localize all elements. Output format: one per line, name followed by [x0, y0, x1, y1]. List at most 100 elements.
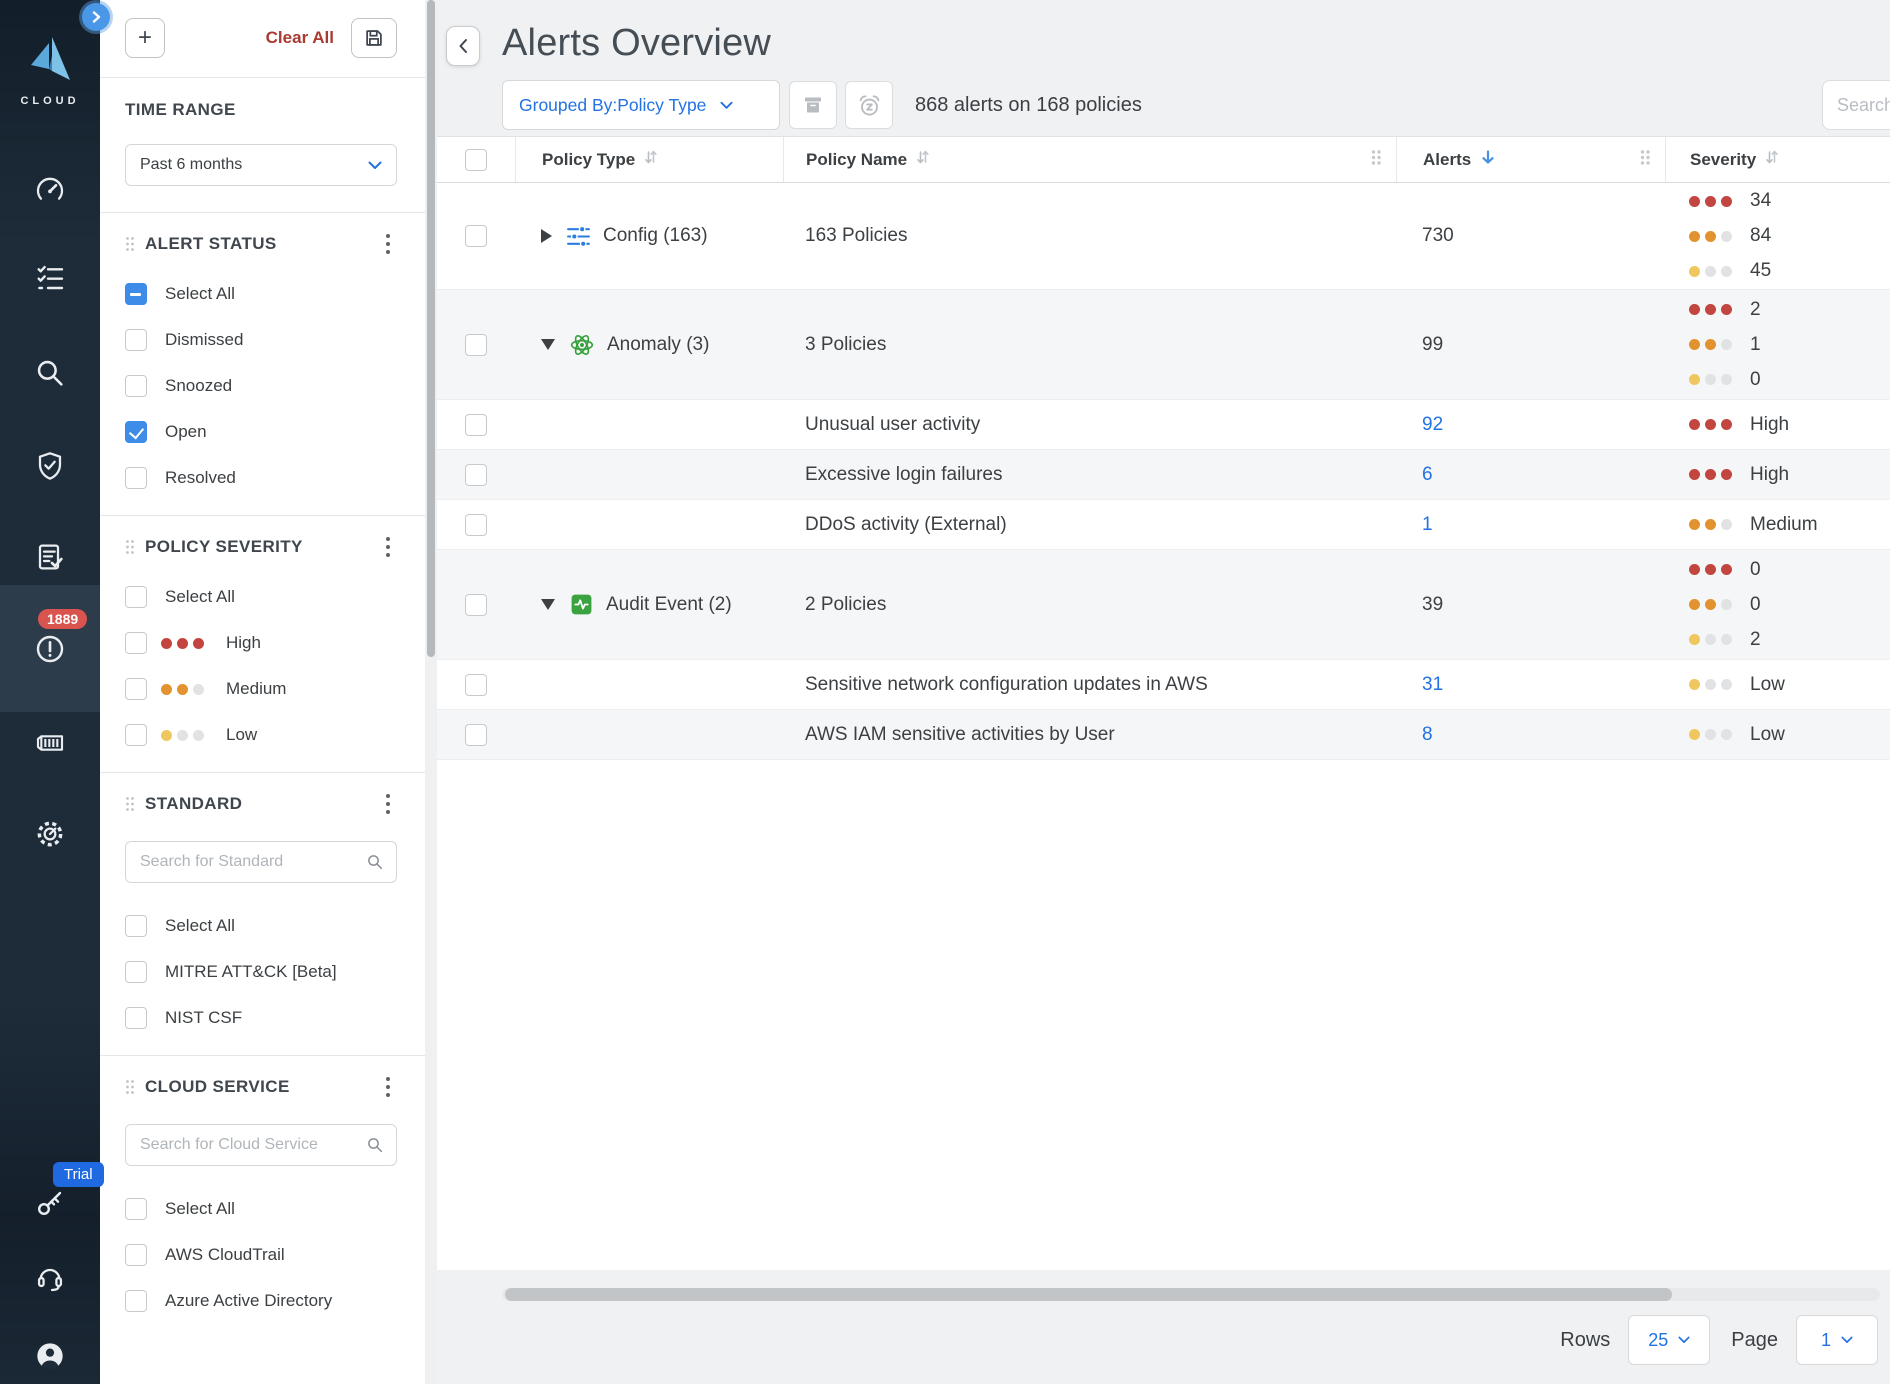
- horizontal-scrollbar-thumb[interactable]: [505, 1288, 1672, 1301]
- filter-item-dismissed[interactable]: Dismissed: [125, 327, 397, 353]
- select-all-checkbox[interactable]: [465, 149, 487, 171]
- sidebar-item-alerts[interactable]: [32, 631, 68, 667]
- checkbox-checked[interactable]: [125, 421, 147, 443]
- checkbox[interactable]: [125, 1290, 147, 1312]
- page-select[interactable]: 1: [1796, 1315, 1878, 1365]
- checkbox[interactable]: [125, 632, 147, 654]
- drag-handle-icon[interactable]: [125, 1079, 135, 1095]
- scrollbar-thumb[interactable]: [427, 0, 435, 657]
- kebab-menu-icon[interactable]: [385, 536, 391, 558]
- collapse-row-icon[interactable]: [541, 599, 555, 610]
- sidebar-item-settings[interactable]: [32, 816, 68, 852]
- alerts-count-link[interactable]: 31: [1422, 674, 1443, 696]
- column-header-policy-type[interactable]: Policy Type: [515, 137, 783, 182]
- column-header-policy-name[interactable]: Policy Name: [783, 137, 1396, 182]
- column-header-alerts[interactable]: Alerts: [1396, 137, 1665, 182]
- filter-item-open[interactable]: Open: [125, 419, 397, 445]
- sidebar-expand-bubble[interactable]: [82, 3, 110, 31]
- drag-handle-icon[interactable]: [125, 539, 135, 555]
- row-checkbox[interactable]: [465, 514, 487, 536]
- sort-both-icon[interactable]: [916, 149, 930, 170]
- checkbox[interactable]: [125, 1198, 147, 1220]
- filter-item-select-all[interactable]: Select All: [125, 1196, 397, 1222]
- checkbox[interactable]: [125, 586, 147, 608]
- filter-item-nist-csf[interactable]: NIST CSF: [125, 1005, 397, 1031]
- rows-per-page-select[interactable]: 25: [1628, 1315, 1710, 1365]
- table-row-group-config[interactable]: Config (163) 163 Policies 730 34 84 45: [437, 183, 1890, 290]
- table-row-policy[interactable]: DDoS activity (External) 1 Medium: [437, 500, 1890, 550]
- sidebar-item-reports[interactable]: [32, 539, 68, 575]
- drag-handle-icon[interactable]: [125, 796, 135, 812]
- alerts-count-link[interactable]: 8: [1422, 724, 1433, 746]
- checkbox[interactable]: [125, 961, 147, 983]
- sidebar-item-compliance[interactable]: [32, 448, 68, 484]
- checkbox[interactable]: [125, 915, 147, 937]
- filter-item-select-all[interactable]: Select All: [125, 584, 397, 610]
- standard-search-input[interactable]: [140, 853, 366, 871]
- row-checkbox[interactable]: [465, 674, 487, 696]
- table-row-policy[interactable]: Excessive login failures 6 High: [437, 450, 1890, 500]
- sort-descending-icon[interactable]: [1480, 149, 1496, 171]
- column-resize-grip-icon[interactable]: [1369, 149, 1383, 171]
- checkbox[interactable]: [125, 1007, 147, 1029]
- filter-item-medium[interactable]: Medium: [125, 676, 397, 702]
- filter-item-high[interactable]: High: [125, 630, 397, 656]
- table-search-input[interactable]: [1822, 80, 1890, 130]
- checkbox[interactable]: [125, 467, 147, 489]
- checkbox[interactable]: [125, 1244, 147, 1266]
- checkbox[interactable]: [125, 329, 147, 351]
- sort-both-icon[interactable]: [1765, 149, 1779, 170]
- filter-item-resolved[interactable]: Resolved: [125, 465, 397, 491]
- drag-handle-icon[interactable]: [125, 236, 135, 252]
- table-row-policy[interactable]: Unusual user activity 92 High: [437, 400, 1890, 450]
- sidebar-item-policies[interactable]: [32, 260, 68, 296]
- save-filter-button[interactable]: [351, 18, 397, 58]
- sidebar-item-access-keys[interactable]: [32, 1185, 68, 1221]
- time-range-select[interactable]: Past 6 months: [125, 144, 397, 186]
- column-resize-grip-icon[interactable]: [1638, 149, 1652, 171]
- kebab-menu-icon[interactable]: [385, 233, 391, 255]
- expand-row-icon[interactable]: [541, 229, 552, 243]
- alerts-count-link[interactable]: 1: [1422, 514, 1433, 536]
- filter-item-low[interactable]: Low: [125, 722, 397, 748]
- collapse-row-icon[interactable]: [541, 339, 555, 350]
- checkbox[interactable]: [125, 724, 147, 746]
- dismiss-alerts-button[interactable]: [789, 81, 837, 129]
- sidebar-item-profile[interactable]: [32, 1338, 68, 1374]
- snooze-alerts-button[interactable]: [845, 81, 893, 129]
- filter-item-mitre[interactable]: MITRE ATT&CK [Beta]: [125, 959, 397, 985]
- filter-item-aws-cloudtrail[interactable]: AWS CloudTrail: [125, 1242, 397, 1268]
- filter-item-snoozed[interactable]: Snoozed: [125, 373, 397, 399]
- kebab-menu-icon[interactable]: [385, 793, 391, 815]
- cloud-service-search-input[interactable]: [140, 1136, 366, 1154]
- sidebar-item-investigate[interactable]: [32, 355, 68, 391]
- clear-all-filters-button[interactable]: Clear All: [266, 28, 334, 48]
- filter-item-azure-active-directory[interactable]: Azure Active Directory: [125, 1288, 397, 1314]
- kebab-menu-icon[interactable]: [385, 1076, 391, 1098]
- table-row-policy[interactable]: Sensitive network configuration updates …: [437, 660, 1890, 710]
- standard-search[interactable]: [125, 841, 397, 883]
- grouped-by-dropdown[interactable]: Grouped By:Policy Type: [502, 80, 780, 130]
- row-checkbox[interactable]: [465, 414, 487, 436]
- column-header-severity[interactable]: Severity: [1665, 137, 1890, 182]
- cloud-service-search[interactable]: [125, 1124, 397, 1166]
- sort-both-icon[interactable]: [644, 149, 658, 170]
- table-row-group-audit-event[interactable]: Audit Event (2) 2 Policies 39 0 0 2: [437, 550, 1890, 660]
- checkbox[interactable]: [125, 375, 147, 397]
- table-row-group-anomaly[interactable]: Anomaly (3) 3 Policies 99 2 1 0: [437, 290, 1890, 400]
- add-filter-button[interactable]: +: [125, 18, 165, 58]
- checkbox[interactable]: [125, 678, 147, 700]
- sidebar-item-support[interactable]: [32, 1260, 68, 1296]
- row-checkbox[interactable]: [465, 464, 487, 486]
- collapse-filters-button[interactable]: [446, 26, 480, 66]
- filter-item-select-all[interactable]: Select All: [125, 281, 397, 307]
- row-checkbox[interactable]: [465, 724, 487, 746]
- filter-panel-scrollbar[interactable]: [425, 0, 437, 1384]
- row-checkbox[interactable]: [465, 334, 487, 356]
- alerts-count-link[interactable]: 92: [1422, 414, 1443, 436]
- row-checkbox[interactable]: [465, 594, 487, 616]
- sidebar-item-dashboard[interactable]: [32, 172, 68, 208]
- table-row-policy[interactable]: AWS IAM sensitive activities by User 8 L…: [437, 710, 1890, 760]
- sidebar-item-compute[interactable]: [32, 725, 68, 761]
- checkbox-indeterminate[interactable]: [125, 283, 147, 305]
